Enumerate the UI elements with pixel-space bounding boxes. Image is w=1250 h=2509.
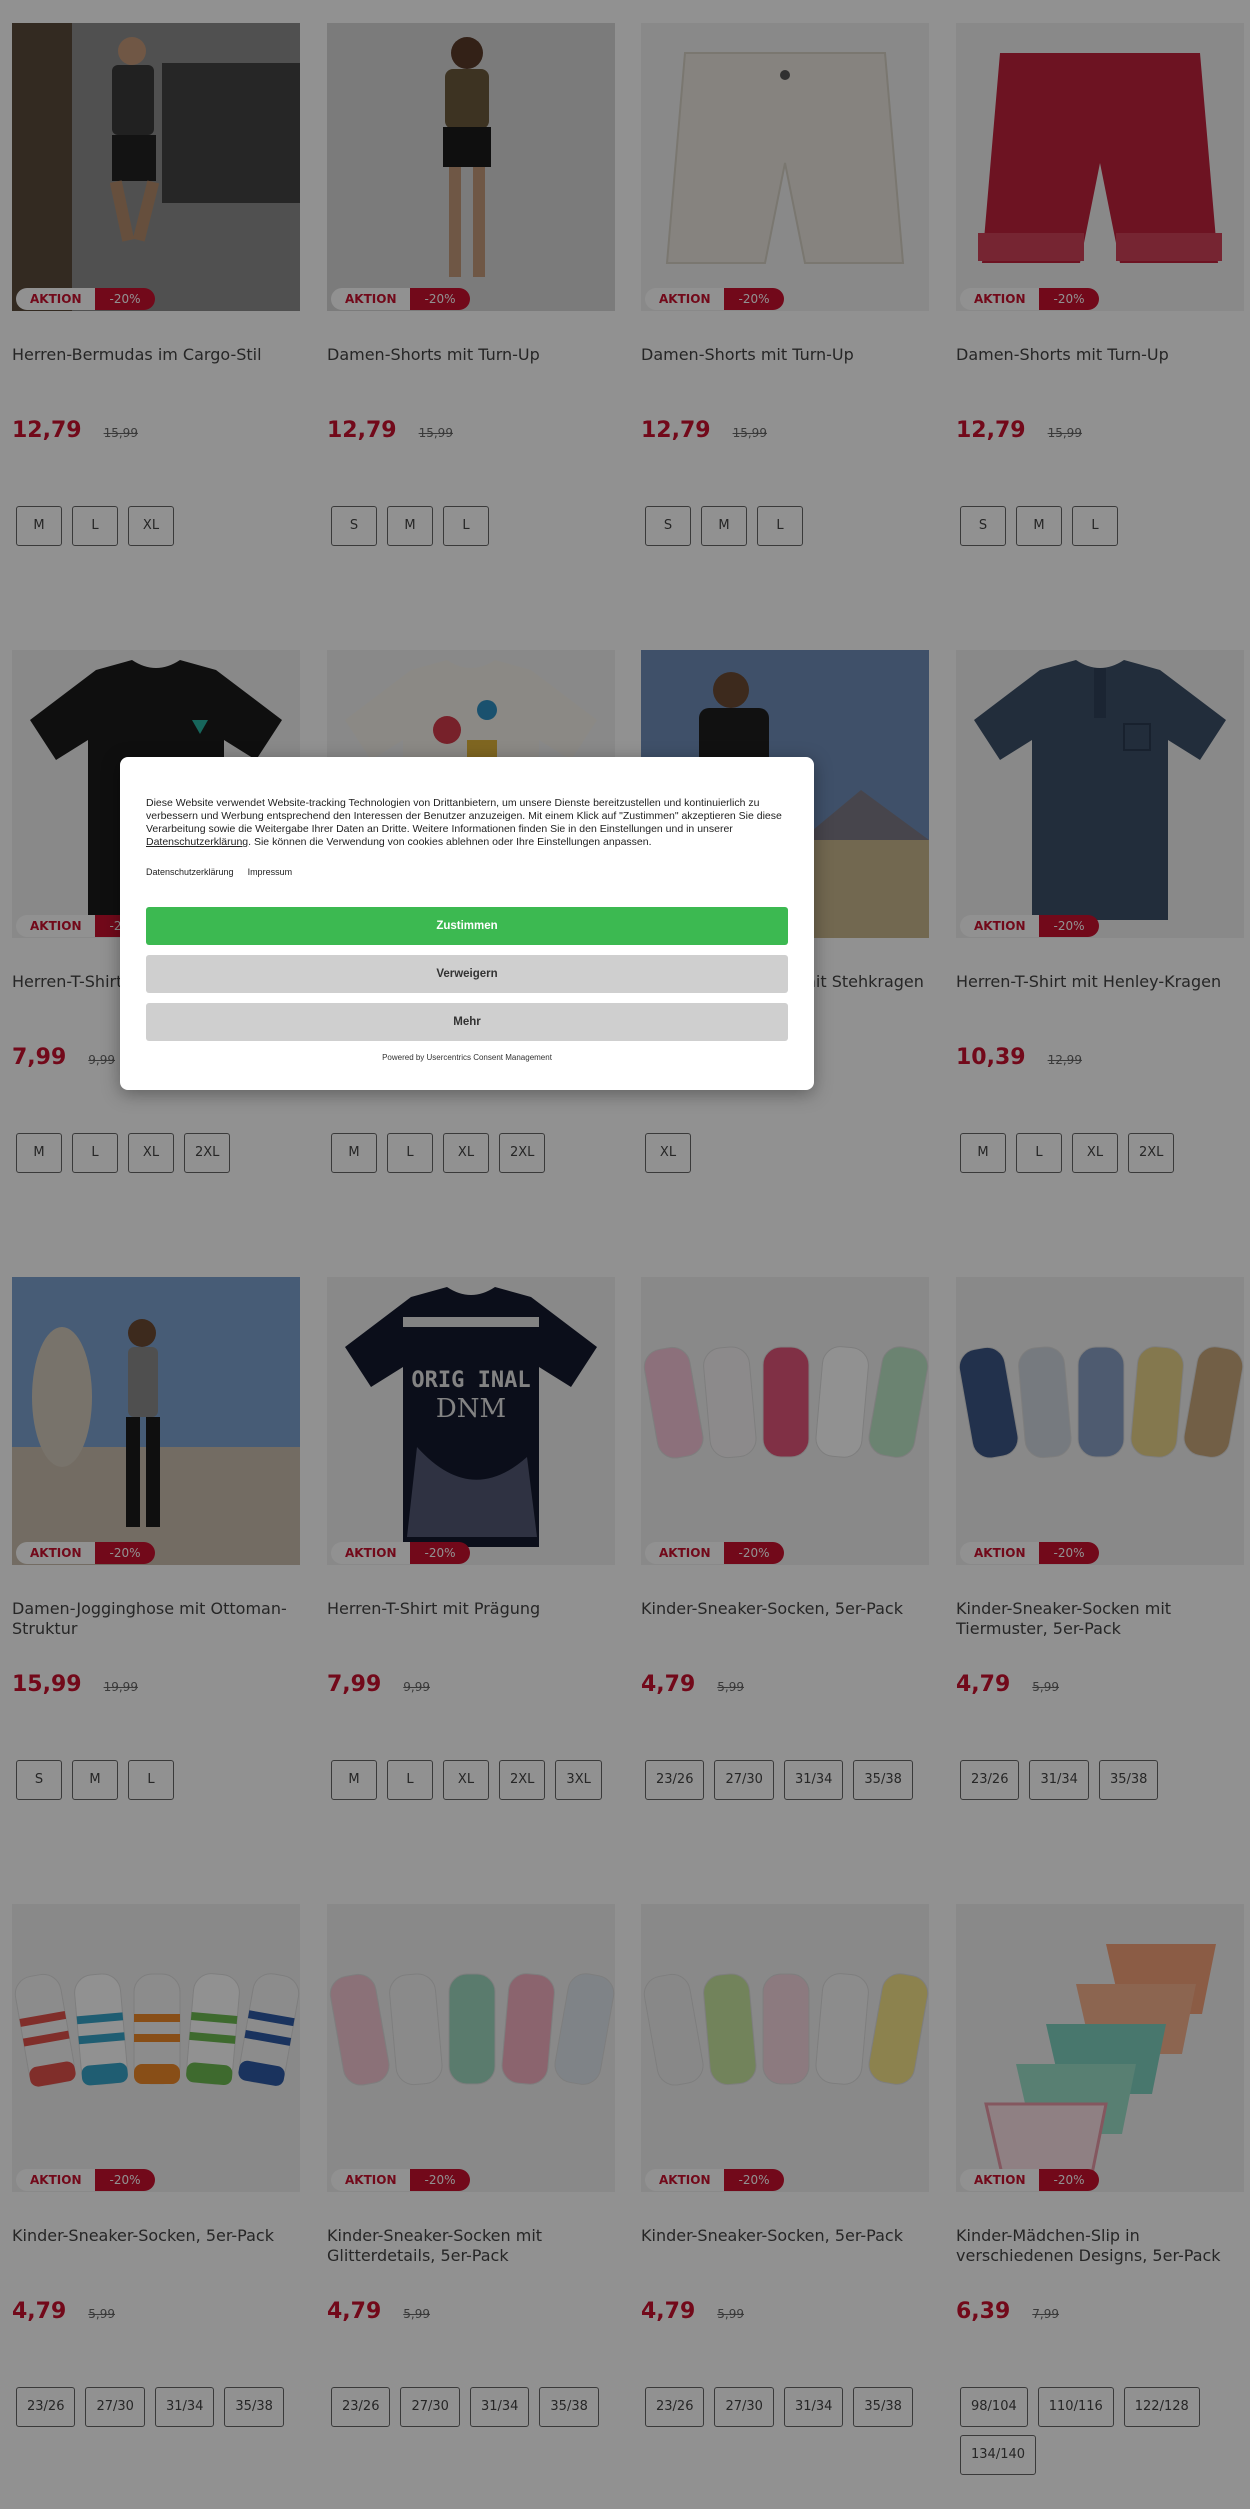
cookie-consent-dialog: Diese Website verwendet Website-tracking… [120, 757, 814, 1090]
consent-text: Diese Website verwendet Website-tracking… [146, 797, 788, 849]
imprint-link[interactable]: Impressum [248, 867, 293, 877]
consent-links: Datenschutzerklärung Impressum [146, 867, 788, 877]
accept-button[interactable]: Zustimmen [146, 907, 788, 945]
privacy-inline-link[interactable]: Datenschutzerklärung [146, 836, 248, 848]
more-button[interactable]: Mehr [146, 1003, 788, 1041]
modal-backdrop [0, 0, 1250, 2509]
consent-text-part: . Sie können die Verwendung von cookies … [248, 836, 652, 848]
consent-text-part: Diese Website verwendet Website-tracking… [146, 797, 782, 835]
deny-button[interactable]: Verweigern [146, 955, 788, 993]
privacy-link[interactable]: Datenschutzerklärung [146, 867, 234, 877]
powered-by-text: Powered by Usercentrics Consent Manageme… [382, 1053, 552, 1062]
